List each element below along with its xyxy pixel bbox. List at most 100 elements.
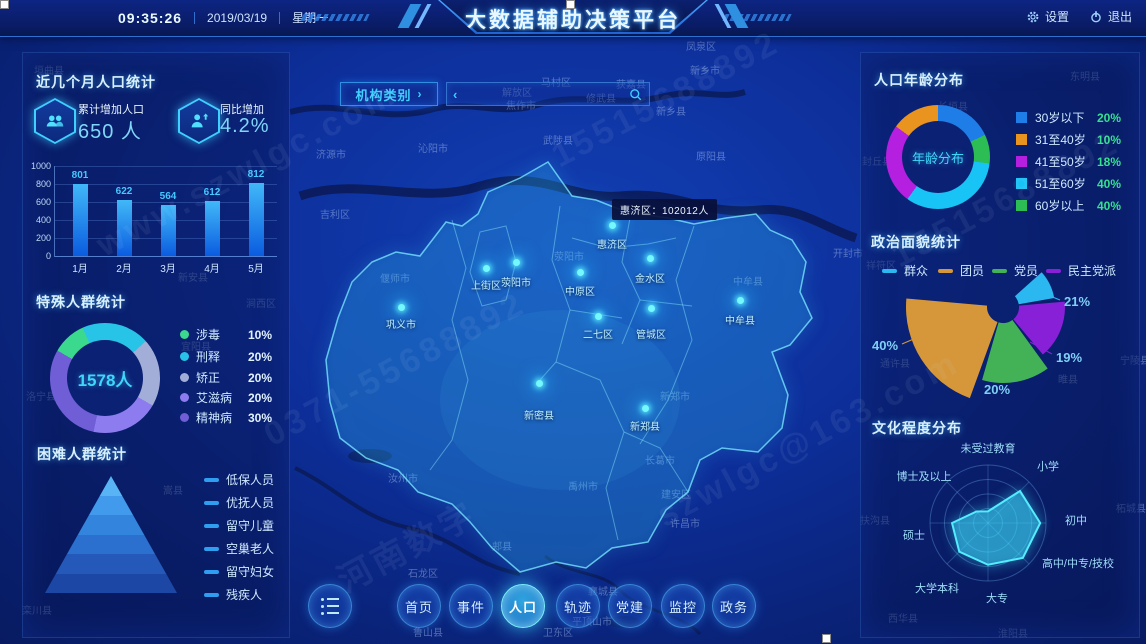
legend-swatch <box>180 352 189 361</box>
gear-icon <box>1026 10 1040 24</box>
legend-value: 18% <box>1097 155 1121 169</box>
district-dot[interactable] <box>737 297 744 304</box>
legend-item: 留守儿童 <box>204 517 288 534</box>
menu-icon <box>321 598 339 615</box>
district-dot[interactable] <box>513 259 520 266</box>
radar-axis-label: 小学 <box>1037 458 1059 474</box>
district-dot[interactable] <box>577 269 584 276</box>
district-dot[interactable] <box>647 255 654 262</box>
district-label: 管城区 <box>636 326 666 341</box>
nav-label: 首页 <box>405 597 433 616</box>
legend-value: 20% <box>248 371 272 385</box>
district-dot[interactable] <box>648 305 655 312</box>
stat-value: 650 人 <box>78 115 142 144</box>
legend-swatch <box>1016 156 1027 167</box>
nav-monitor-button[interactable]: 监控 <box>661 584 705 628</box>
district-label: 新密县 <box>524 407 554 422</box>
legend-label: 留守妇女 <box>226 563 288 580</box>
map-tooltip: 惠济区：102012人 <box>612 199 717 220</box>
legend-swatch <box>180 413 189 422</box>
nav-population-button[interactable]: 人口 <box>501 584 545 628</box>
legend-dash <box>204 524 219 528</box>
settings-button[interactable]: 设置 <box>1026 8 1069 25</box>
search-bar: ‹ <box>446 82 650 106</box>
legend-label: 51至60岁 <box>1035 175 1097 192</box>
exit-button[interactable]: 退出 <box>1089 8 1132 25</box>
nav-label: 人口 <box>509 597 537 616</box>
district-label: 荥阳市 <box>501 274 531 289</box>
section-title-age: 人口年龄分布 <box>874 70 964 90</box>
bar-gridline <box>55 202 277 203</box>
category-dropdown-label: 机构类别 <box>355 85 411 104</box>
bar-category: 5月 <box>248 260 264 275</box>
district-dot[interactable] <box>483 265 490 272</box>
bar-value: 812 <box>248 169 265 180</box>
nav-home-button[interactable]: 首页 <box>397 584 441 628</box>
exit-label: 退出 <box>1108 8 1132 25</box>
resize-handle[interactable] <box>566 0 575 9</box>
legend-label: 矫正 <box>196 369 248 386</box>
district-dot[interactable] <box>595 313 602 320</box>
stat-icon-wrap <box>34 98 76 144</box>
menu-button[interactable] <box>308 584 352 628</box>
divider <box>194 12 195 24</box>
nav-gov-button[interactable]: 政务 <box>712 584 756 628</box>
pyramid-band <box>45 574 177 594</box>
radar-polygon <box>952 491 1040 565</box>
nav-events-button[interactable]: 事件 <box>449 584 493 628</box>
special-groups-donut: 1578人 <box>50 323 160 433</box>
district-label: 新郑县 <box>630 418 660 433</box>
legend-item: 艾滋病 20% <box>180 389 272 406</box>
nav-party-button[interactable]: 党建 <box>608 584 652 628</box>
legend-item: 精神病 30% <box>180 409 272 426</box>
legend-item: 31至40岁 10% <box>1016 131 1121 148</box>
legend-value: 20% <box>248 391 272 405</box>
bar <box>205 201 220 256</box>
search-button[interactable] <box>622 87 649 102</box>
search-input[interactable] <box>463 86 622 102</box>
category-dropdown[interactable]: 机构类别 › <box>340 82 438 106</box>
bar-ytick: 800 <box>27 179 51 189</box>
section-title-education: 文化程度分布 <box>872 418 962 438</box>
legend-swatch <box>180 393 189 402</box>
legend-label: 优抚人员 <box>226 494 288 511</box>
rose-callout-value: 40% <box>872 338 898 353</box>
donut-hole: 年龄分布 <box>902 121 974 193</box>
resize-handle[interactable] <box>0 0 9 9</box>
bar-ytick: 1000 <box>27 161 51 171</box>
bar-ytick: 0 <box>27 251 51 261</box>
legend-value: 20% <box>1097 111 1121 125</box>
legend-label: 空巢老人 <box>226 540 288 557</box>
legend-item: 涉毒 10% <box>180 326 272 343</box>
district-label: 中原区 <box>565 283 595 298</box>
bar-category: 1月 <box>72 260 88 275</box>
donut-center-value: 1578人 <box>78 366 133 391</box>
legend-value: 40% <box>1097 177 1121 191</box>
age-distribution-donut: 年龄分布 <box>886 105 990 209</box>
bar <box>249 183 264 256</box>
legend-label: 低保人员 <box>226 471 288 488</box>
person-increase-icon <box>188 110 210 132</box>
nav-label: 事件 <box>457 597 485 616</box>
district-dot[interactable] <box>609 222 616 229</box>
district-dot[interactable] <box>398 304 405 311</box>
nav-trajectory-button[interactable]: 轨迹 <box>556 584 600 628</box>
clock-date: 2019/03/19 <box>207 11 267 25</box>
monthly-bar-chart: 100080060040020008011月6222月5643月6124月812… <box>28 160 282 276</box>
radar-axis-label: 初中 <box>1065 512 1087 528</box>
chevron-left-icon[interactable]: ‹ <box>447 87 463 102</box>
settings-label: 设置 <box>1045 8 1069 25</box>
legend-swatch <box>1016 200 1027 211</box>
donut-center-label: 年龄分布 <box>912 148 964 167</box>
legend-value: 40% <box>1097 199 1121 213</box>
nav-label: 轨迹 <box>564 597 592 616</box>
nav-label: 党建 <box>616 597 644 616</box>
district-dot[interactable] <box>536 380 543 387</box>
resize-handle[interactable] <box>822 634 831 643</box>
nav-label: 政务 <box>720 597 748 616</box>
legend-dash <box>204 547 219 551</box>
legend-label: 30岁以下 <box>1035 109 1097 126</box>
legend-item: 残疾人 <box>204 586 288 603</box>
district-dot[interactable] <box>642 405 649 412</box>
legend-item: 60岁以上 40% <box>1016 197 1121 214</box>
